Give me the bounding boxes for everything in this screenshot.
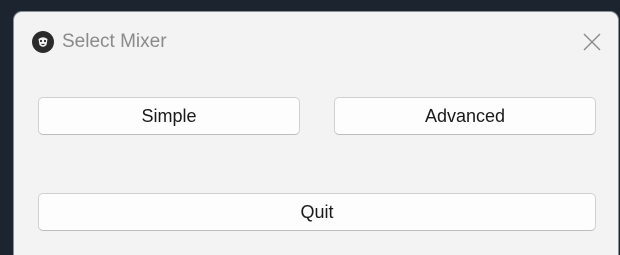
quit-button[interactable]: Quit <box>38 193 596 231</box>
window-title: Select Mixer <box>62 31 167 52</box>
simple-button[interactable]: Simple <box>38 97 300 135</box>
advanced-button[interactable]: Advanced <box>334 97 596 135</box>
title-bar[interactable]: Select Mixer <box>14 12 618 70</box>
lion-head-icon <box>32 31 54 53</box>
close-button[interactable] <box>572 22 612 62</box>
select-mixer-dialog: Select Mixer Simple Advanced Quit <box>14 12 618 255</box>
close-icon <box>583 33 601 51</box>
